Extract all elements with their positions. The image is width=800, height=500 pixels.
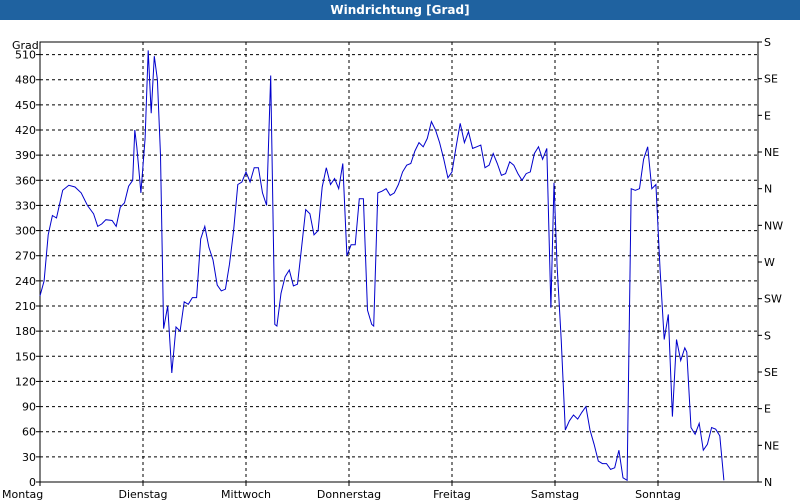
right-tick-label: NE — [764, 439, 779, 452]
x-tick-day: Freitag — [433, 488, 471, 500]
y-axis-label: Grad — [12, 39, 39, 52]
y-tick-label: 390 — [15, 149, 36, 162]
right-tick-label: N — [764, 476, 772, 489]
right-tick-label: SE — [764, 73, 778, 86]
x-tick-day: Montag — [2, 488, 43, 500]
right-axis: N NE E SE S SW W NW N NE E SE S — [758, 36, 783, 489]
y-tick-label: 60 — [22, 426, 36, 439]
right-tick-label: E — [764, 109, 771, 122]
right-tick-label: S — [764, 36, 771, 49]
right-tick-label: NE — [764, 146, 779, 159]
chart: 0306090120150180210240270300330360390420… — [2, 36, 783, 500]
y-tick-label: 270 — [15, 250, 36, 263]
x-tick-day: Donnerstag — [317, 488, 381, 500]
y-tick-label: 300 — [15, 225, 36, 238]
y-tick-label: 240 — [15, 275, 36, 288]
window-title: Windrichtung [Grad] — [0, 0, 800, 20]
plot-area — [39, 41, 759, 483]
right-tick-label: N — [764, 183, 772, 196]
right-tick-label: E — [764, 403, 771, 416]
x-tick-day: Dienstag — [118, 488, 167, 500]
x-axis: Montag13.04.15Dienstag14.04.15Mittwoch15… — [2, 482, 681, 500]
y-tick-label: 120 — [15, 375, 36, 388]
y-tick-label: 360 — [15, 174, 36, 187]
x-tick-day: Samstag — [531, 488, 579, 500]
right-tick-label: W — [764, 256, 775, 269]
right-tick-label: SE — [764, 366, 778, 379]
y-tick-label: 90 — [22, 401, 36, 414]
y-tick-label: 210 — [15, 300, 36, 313]
y-axis: 0306090120150180210240270300330360390420… — [15, 49, 40, 489]
x-tick-day: Mittwoch — [221, 488, 271, 500]
y-tick-label: 480 — [15, 74, 36, 87]
right-tick-label: S — [764, 329, 771, 342]
y-tick-label: 180 — [15, 325, 36, 338]
y-tick-label: 30 — [22, 451, 36, 464]
right-tick-label: NW — [764, 219, 783, 232]
y-tick-label: 330 — [15, 199, 36, 212]
y-tick-label: 150 — [15, 350, 36, 363]
y-tick-label: 420 — [15, 124, 36, 137]
y-tick-label: 450 — [15, 99, 36, 112]
x-tick-day: Sonntag — [635, 488, 681, 500]
right-tick-label: SW — [764, 293, 782, 306]
